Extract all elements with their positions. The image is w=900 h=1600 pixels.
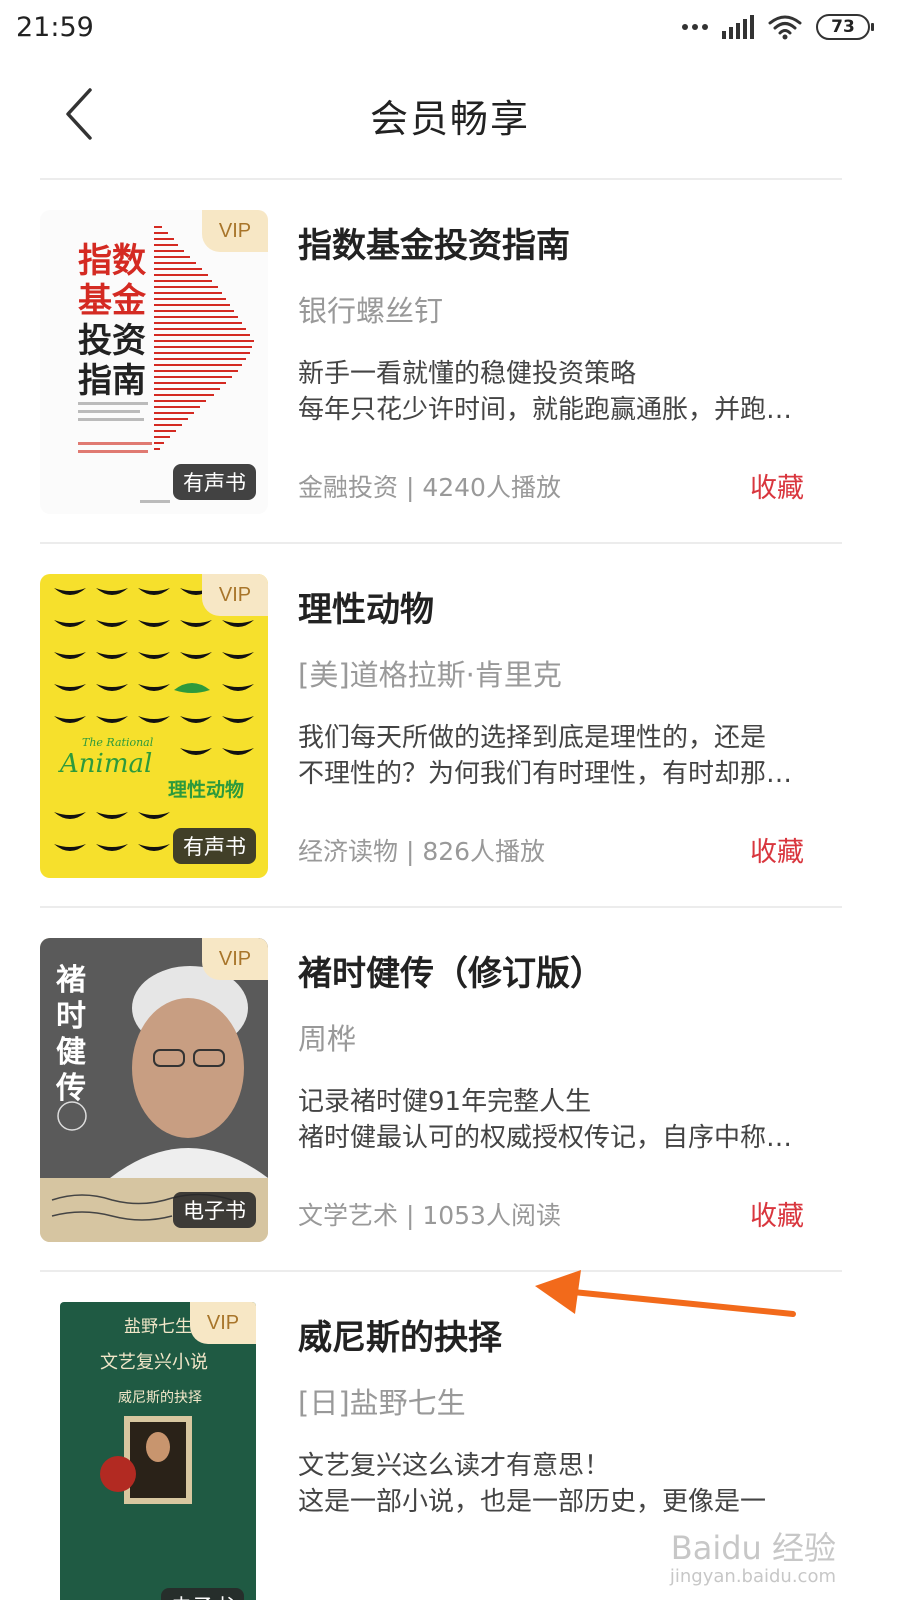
book-author: 银行螺丝钉	[298, 294, 444, 328]
description-line: 记录褚时健91年完整人生	[298, 1087, 592, 1117]
book-description: 记录褚时健91年完整人生 褚时健最认可的权威授权传记，自序中称…	[298, 1084, 843, 1156]
status-time: 21:59	[16, 12, 94, 43]
description-line: 文艺复兴这么读才有意思！	[298, 1451, 611, 1481]
book-cover[interactable]: 指数 基金 投资 指南 VIP 有声书	[40, 210, 268, 514]
book-description: 我们每天所做的选择到底是理性的，还是 不理性的？为何我们有时理性，有时却那…	[298, 720, 843, 792]
signal-icon	[722, 15, 754, 39]
audiobook-tag: 有声书	[173, 464, 256, 500]
svg-text:健: 健	[56, 1035, 86, 1070]
book-cover[interactable]: The Rational Animal 理性动物 VIP 有声书	[40, 574, 268, 878]
favorite-button[interactable]: 收藏	[750, 1194, 804, 1233]
ebook-tag: 电子书	[173, 1192, 256, 1228]
book-cover[interactable]: 褚 时 健 传 VIP 电子书	[40, 938, 268, 1242]
book-meta: 文学艺术 | 1053人阅读	[298, 1201, 561, 1230]
book-author: 周桦	[298, 1022, 357, 1056]
book-info: 褚时健传（修订版） 周桦 记录褚时健91年完整人生 褚时健最认可的权威授权传记，…	[298, 938, 842, 1242]
vip-badge: VIP	[190, 1302, 256, 1344]
nav-bar: 会员畅享	[0, 62, 900, 178]
book-title[interactable]: 指数基金投资指南	[298, 218, 570, 267]
book-description: 新手一看就懂的稳健投资策略 每年只花少许时间，就能跑赢通胀，并跑…	[298, 356, 843, 428]
book-item[interactable]: The Rational Animal 理性动物 VIP 有声书 理性动物 [美…	[40, 544, 842, 908]
watermark-sub: jingyan.baidu.com	[669, 1566, 836, 1587]
book-info: 理性动物 [美]道格拉斯·肯里克 我们每天所做的选择到底是理性的，还是 不理性的…	[298, 574, 842, 878]
description-line: 这是一部小说，也是一部历史，更像是一	[298, 1487, 767, 1517]
page-title: 会员畅享	[369, 97, 530, 141]
book-meta: 经济读物 | 826人播放	[298, 837, 546, 866]
svg-text:褚: 褚	[56, 963, 86, 998]
audiobook-tag: 有声书	[173, 828, 256, 864]
svg-text:传: 传	[55, 1071, 86, 1106]
vip-badge: VIP	[202, 574, 268, 616]
wifi-icon	[768, 15, 802, 40]
book-author: [美]道格拉斯·肯里克	[298, 658, 562, 692]
book-meta: 金融投资 | 4240人播放	[298, 473, 561, 502]
book-description: 文艺复兴这么读才有意思！ 这是一部小说，也是一部历史，更像是一	[298, 1448, 842, 1520]
svg-text:时: 时	[56, 999, 86, 1034]
status-bar: 21:59 73	[0, 0, 900, 62]
annotation-arrow-icon	[535, 1270, 796, 1317]
svg-text:投资: 投资	[78, 321, 146, 361]
svg-text:文艺复兴小说: 文艺复兴小说	[100, 1352, 208, 1373]
svg-text:理性动物: 理性动物	[168, 778, 244, 801]
description-line: 褚时健最认可的权威授权传记，自序中称…	[298, 1123, 793, 1153]
status-icons: 73	[682, 14, 874, 40]
ebook-tag: 电子书	[161, 1588, 244, 1600]
description-line: 不理性的？为何我们有时理性，有时却那…	[298, 759, 793, 789]
svg-text:盐野七生: 盐野七生	[124, 1317, 192, 1337]
svg-text:指南: 指南	[78, 361, 146, 401]
book-title[interactable]: 理性动物	[298, 582, 434, 631]
favorite-button[interactable]: 收藏	[750, 830, 804, 869]
vip-badge: VIP	[202, 938, 268, 980]
book-title[interactable]: 威尼斯的抉择	[298, 1310, 502, 1359]
svg-text:Animal: Animal	[58, 749, 152, 779]
svg-text:基金: 基金	[78, 281, 147, 321]
battery-level: 73	[831, 17, 855, 37]
book-item[interactable]: 褚 时 健 传 VIP 电子书 褚时健传（修订版） 周桦 记录褚时健91年完整人…	[40, 908, 842, 1272]
svg-text:威尼斯的抉择: 威尼斯的抉择	[118, 1390, 202, 1406]
more-dots-icon	[682, 24, 708, 30]
book-item[interactable]: 指数 基金 投资 指南 VIP 有声书 指数基金投资指南 银行螺丝钉 新手一看就…	[40, 180, 842, 544]
description-line: 每年只花少许时间，就能跑赢通胀，并跑…	[298, 395, 793, 425]
svg-text:The Rational: The Rational	[82, 736, 154, 749]
book-info: 指数基金投资指南 银行螺丝钉 新手一看就懂的稳健投资策略 每年只花少许时间，就能…	[298, 210, 842, 514]
book-author: [日]盐野七生	[298, 1386, 466, 1420]
svg-text:指数: 指数	[78, 241, 146, 281]
favorite-button[interactable]: 收藏	[750, 466, 804, 505]
description-line: 我们每天所做的选择到底是理性的，还是	[298, 723, 767, 753]
book-cover[interactable]: 盐野七生 文艺复兴小说 威尼斯的抉择 VIP 电子书	[60, 1302, 256, 1600]
vip-badge: VIP	[202, 210, 268, 252]
battery-icon: 73	[816, 14, 874, 40]
watermark-main: Baidu 经验	[670, 1529, 836, 1567]
book-title[interactable]: 褚时健传（修订版）	[298, 946, 604, 995]
cover-art: 盐野七生 文艺复兴小说 威尼斯的抉择	[100, 1317, 208, 1504]
description-line: 新手一看就懂的稳健投资策略	[298, 359, 637, 389]
watermark: Baidu 经验 jingyan.baidu.com	[670, 1532, 836, 1586]
